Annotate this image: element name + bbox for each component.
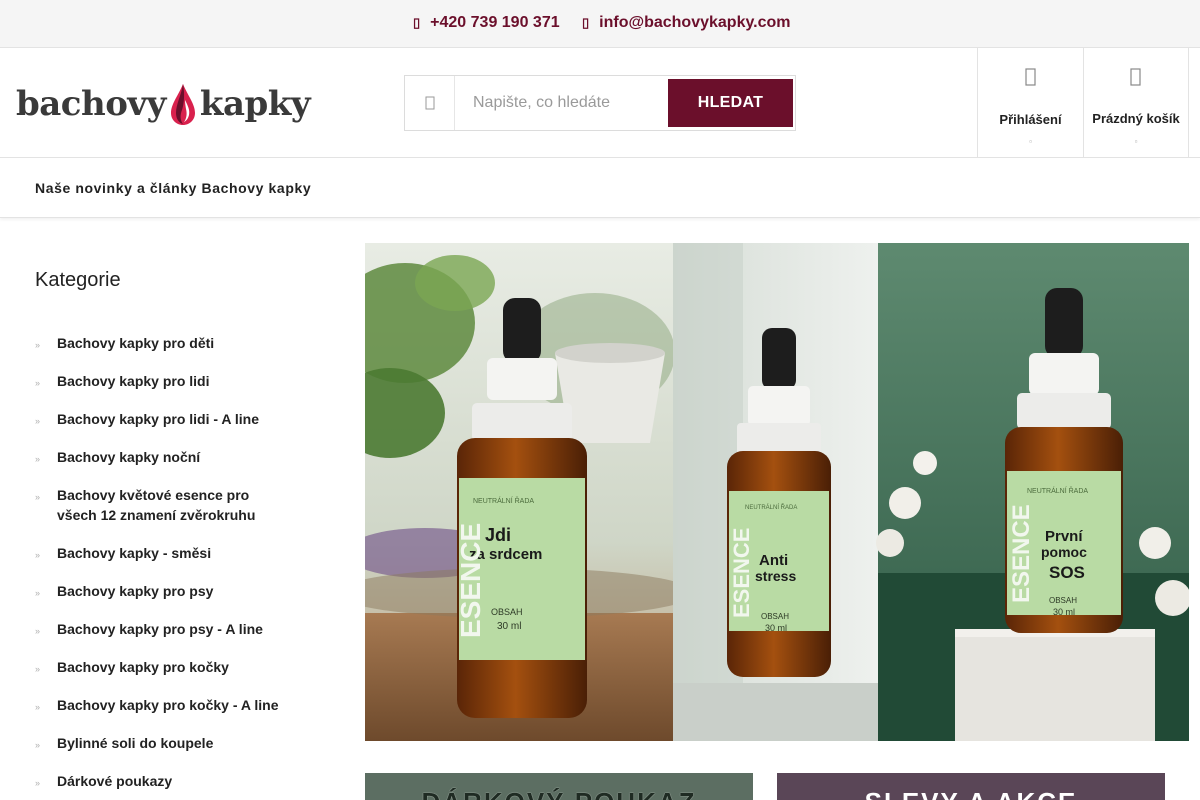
label-name-line1: První bbox=[1045, 528, 1083, 545]
category-item[interactable]: » Bachovy kapky pro kočky bbox=[35, 657, 315, 677]
search-bar: HLEDAT bbox=[404, 75, 796, 131]
category-item[interactable]: » Bachovy kapky pro kočky - A line bbox=[35, 695, 315, 715]
phone-number: +420 739 190 371 bbox=[430, 14, 560, 31]
hero-banner[interactable]: NEUTRÁLNÍ ŘADA Jdi za srdcem ESENCE OBSA… bbox=[365, 243, 1189, 741]
label-name-line1: Anti bbox=[759, 552, 788, 569]
user-icon bbox=[1024, 68, 1036, 86]
bullet-icon: » bbox=[35, 416, 41, 426]
category-label: Bachovy kapky pro kočky - A line bbox=[57, 697, 279, 713]
category-label: Bachovy kapky - směsi bbox=[57, 545, 212, 561]
category-item[interactable]: » Dárkové poukazy bbox=[35, 771, 315, 791]
category-label: Bachovy kapky noční bbox=[57, 449, 201, 465]
label-name-line3: SOS bbox=[1049, 563, 1085, 582]
category-list: » Bachovy kapky pro děti » Bachovy kapky p… bbox=[35, 333, 335, 800]
category-item[interactable]: » Bachovy kapky pro lidi bbox=[35, 371, 315, 391]
site-logo[interactable]: bachovy kapky bbox=[16, 82, 311, 126]
label-series: NEUTRÁLNÍ ŘADA bbox=[745, 503, 797, 511]
label-brand: ESENCE bbox=[455, 523, 486, 638]
cart-label: Prázdný košík bbox=[1092, 111, 1180, 126]
category-item[interactable]: » Bachovy kapky pro lidi - A line bbox=[35, 409, 315, 429]
bullet-icon: » bbox=[35, 778, 41, 788]
label-name-line1: Jdi bbox=[485, 525, 511, 545]
search-input[interactable] bbox=[473, 90, 663, 116]
chevron-down-icon: ▫ bbox=[1134, 137, 1138, 146]
login-label: Přihlášení bbox=[999, 112, 1062, 127]
label-brand: ESENCE bbox=[1008, 504, 1035, 603]
promo-sales[interactable]: SLEVY A AKCE bbox=[777, 773, 1165, 800]
bullet-icon: » bbox=[35, 378, 41, 388]
bullet-icon: » bbox=[35, 550, 41, 560]
category-label: Bachovy kapky pro děti bbox=[57, 335, 215, 351]
top-bar: ▯ +420 739 190 371 ▯ info@bachovykapky.c… bbox=[0, 0, 1200, 48]
product-panel-prvni-pomoc-sos: NEUTRÁLNÍ ŘADA První pomoc SOS ESENCE OB… bbox=[876, 243, 1189, 741]
label-brand: ESENCE bbox=[729, 528, 754, 618]
label-name-line2: stress bbox=[755, 568, 796, 584]
envelope-icon: ▯ bbox=[582, 15, 590, 30]
category-label: Bachovy kapky pro kočky bbox=[57, 659, 229, 675]
search-button[interactable]: HLEDAT bbox=[668, 79, 793, 127]
label-content: OBSAH bbox=[761, 612, 789, 621]
drop-logo-icon bbox=[170, 84, 195, 125]
bullet-icon: » bbox=[35, 702, 41, 712]
phone-icon: ▯ bbox=[413, 15, 421, 30]
main-nav: Naše novinky a články Bachovy kapky bbox=[0, 158, 1200, 218]
email-address: info@bachovykapky.com bbox=[599, 14, 791, 31]
bullet-icon: » bbox=[35, 492, 41, 502]
label-volume: 30 ml bbox=[497, 621, 521, 632]
category-label: Bachovy kapky pro psy - A line bbox=[57, 621, 263, 637]
bullet-icon: » bbox=[35, 740, 41, 750]
nav-item-news[interactable]: Naše novinky a články Bachovy kapky bbox=[35, 180, 311, 196]
category-item[interactable]: » Bachovy kapky pro děti bbox=[35, 333, 315, 353]
search-icon[interactable] bbox=[405, 76, 455, 130]
logo-text-left: bachovy bbox=[16, 84, 166, 124]
label-content: OBSAH bbox=[491, 607, 523, 617]
cart-button[interactable]: Prázdný košík ▫ bbox=[1083, 48, 1189, 157]
bullet-icon: » bbox=[35, 340, 41, 350]
logo-text-right: kapky bbox=[199, 84, 311, 124]
category-item[interactable]: » Bylinné soli do koupele bbox=[35, 733, 315, 753]
category-item[interactable]: » Bachovy květové esence pro všech 12 zna… bbox=[35, 485, 275, 525]
category-item[interactable]: » Bachovy kapky pro psy bbox=[35, 581, 315, 601]
product-panel-anti-stress: NEUTRÁLNÍ ŘADA Anti stress ESENCE OBSAH … bbox=[673, 243, 878, 741]
label-volume: 30 ml bbox=[1053, 607, 1075, 617]
label-series: NEUTRÁLNÍ ŘADA bbox=[473, 496, 534, 505]
promo-label: SLEVY A AKCE bbox=[777, 787, 1165, 800]
category-label: Bachovy kapky pro psy bbox=[57, 583, 214, 599]
bullet-icon: » bbox=[35, 626, 41, 636]
category-label: Dárkové poukazy bbox=[57, 773, 173, 789]
bullet-icon: » bbox=[35, 664, 41, 674]
category-item[interactable]: » Bachovy kapky pro psy - A line bbox=[35, 619, 315, 639]
promo-label: DÁRKOVÝ POUKAZ bbox=[365, 787, 753, 800]
label-volume: 30 ml bbox=[765, 623, 787, 633]
category-label: Bachovy květové esence pro všech 12 znam… bbox=[57, 487, 256, 523]
chevron-down-icon: ▫ bbox=[1029, 137, 1032, 146]
category-label: Bylinné soli do koupele bbox=[57, 735, 214, 751]
category-item[interactable]: » Bachovy kapky - směsi bbox=[35, 543, 315, 563]
email-link[interactable]: ▯ info@bachovykapky.com bbox=[582, 14, 791, 32]
label-name-line2: pomoc bbox=[1041, 544, 1087, 560]
login-button[interactable]: Přihlášení ▫ bbox=[977, 48, 1083, 157]
product-panel-jdi-za-srdcem: NEUTRÁLNÍ ŘADA Jdi za srdcem ESENCE OBSA… bbox=[365, 243, 695, 741]
category-label: Bachovy kapky pro lidi bbox=[57, 373, 210, 389]
site-header: bachovy kapky HLEDAT Přihlášení ▫ Prázdn… bbox=[0, 48, 1200, 158]
promo-gift-voucher[interactable]: DÁRKOVÝ POUKAZ bbox=[365, 773, 753, 800]
label-series: NEUTRÁLNÍ ŘADA bbox=[1027, 486, 1088, 495]
category-label: Bachovy kapky pro lidi - A line bbox=[57, 411, 260, 427]
product-photo-collage: NEUTRÁLNÍ ŘADA Jdi za srdcem ESENCE OBSA… bbox=[365, 243, 1189, 741]
category-item[interactable]: » Bachovy kapky noční bbox=[35, 447, 315, 467]
bullet-icon: » bbox=[35, 588, 41, 598]
label-content: OBSAH bbox=[1049, 596, 1077, 605]
phone-link[interactable]: ▯ +420 739 190 371 bbox=[413, 14, 560, 32]
cart-icon bbox=[1130, 68, 1141, 86]
bullet-icon: » bbox=[35, 454, 41, 464]
sidebar-title: Kategorie bbox=[35, 269, 121, 291]
